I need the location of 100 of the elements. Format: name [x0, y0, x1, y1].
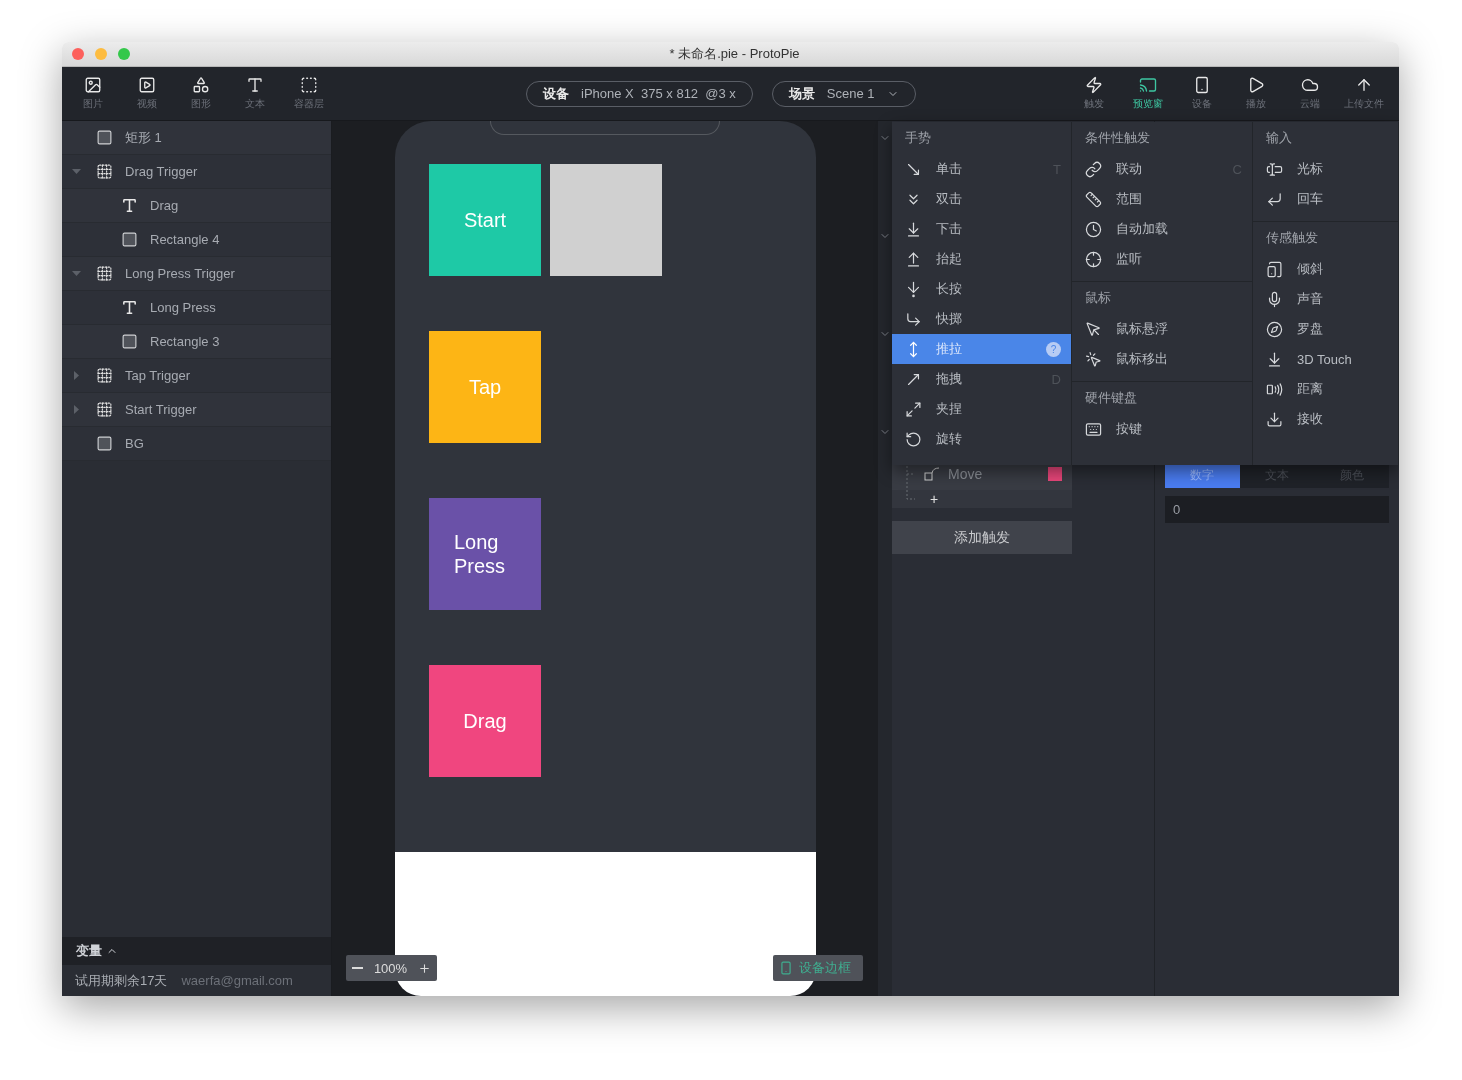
menu-item[interactable]: 自动加载	[1072, 214, 1252, 244]
square-icon	[121, 333, 138, 350]
value-field[interactable]: 0	[1165, 496, 1389, 523]
plus-icon	[418, 961, 431, 975]
phone-icon	[779, 961, 793, 975]
menu-item[interactable]: 夹捏	[892, 394, 1071, 424]
layer-row[interactable]: BG	[62, 427, 331, 461]
menu-item[interactable]: 抬起	[892, 244, 1071, 274]
keyboard-icon	[1085, 420, 1102, 438]
layer-row[interactable]: Start Trigger	[62, 393, 331, 427]
arrow-down-dot-icon	[905, 280, 922, 298]
arrow-down-line-icon	[905, 220, 922, 238]
layer-name: Long Press	[150, 300, 216, 315]
menu-item[interactable]: 光标	[1253, 154, 1398, 184]
text-icon	[121, 197, 138, 214]
layer-name: Start Trigger	[125, 402, 197, 417]
menu-item[interactable]: 罗盘	[1253, 314, 1398, 344]
play-icon	[1247, 76, 1265, 94]
square-icon	[96, 129, 113, 146]
layer-name: 矩形 1	[125, 128, 162, 147]
return-icon	[1266, 190, 1283, 208]
compass-icon	[1266, 320, 1283, 338]
response-name: Move	[948, 466, 984, 482]
menu-item[interactable]: 回车	[1253, 184, 1398, 214]
add-response-button[interactable]: +	[930, 492, 939, 506]
layer-row[interactable]: Rectangle 3	[62, 325, 331, 359]
caret-down-icon[interactable]	[72, 269, 81, 278]
minus-icon	[352, 967, 363, 969]
menu-section-title: 手势	[904, 129, 932, 147]
move-icon	[924, 467, 940, 481]
image-icon	[84, 76, 102, 94]
menu-item[interactable]: 距离	[1253, 374, 1398, 404]
download-icon	[1266, 410, 1283, 428]
window-title: * 未命名.pie - ProtoPie	[668, 45, 801, 63]
square-icon	[96, 435, 113, 452]
pointer-icon	[1085, 320, 1102, 338]
variables-toggle[interactable]: 变量	[62, 937, 331, 965]
text-icon	[121, 299, 138, 316]
layer-row[interactable]: Drag Trigger	[62, 155, 331, 189]
menu-item[interactable]: 声音	[1253, 284, 1398, 314]
card-label: Long Press	[454, 530, 507, 578]
menu-item[interactable]: 接收	[1253, 404, 1398, 434]
maximize-button[interactable]	[118, 48, 130, 60]
grid-icon	[96, 401, 113, 418]
microphone-icon	[1266, 290, 1283, 308]
layer-row[interactable]: 矩形 1	[62, 121, 331, 155]
arrow-down-line-icon	[1266, 350, 1283, 368]
crosshair-icon	[1085, 250, 1102, 268]
cloud-icon	[1301, 76, 1319, 94]
card-label: Start	[463, 208, 507, 232]
menu-item[interactable]: 鼠标悬浮	[1072, 314, 1252, 344]
layer-row[interactable]: Long Press	[62, 291, 331, 325]
trial-notice: 试用期剩余17天	[75, 971, 168, 990]
phone-icon	[1193, 76, 1211, 94]
menu-section-title: 硬件键盘	[1084, 389, 1138, 407]
minimize-button[interactable]	[95, 48, 107, 60]
caret-down-icon[interactable]	[72, 167, 81, 176]
caret-right-icon[interactable]	[72, 371, 81, 380]
cast-icon	[1139, 76, 1157, 94]
layer-row[interactable]: Long Press Trigger	[62, 257, 331, 291]
menu-item[interactable]: 快掷	[892, 304, 1071, 334]
layer-row[interactable]: Tap Trigger	[62, 359, 331, 393]
menu-item[interactable]: 3D Touch	[1253, 344, 1398, 374]
menu-item[interactable]: 按键	[1072, 414, 1252, 444]
shapes-icon	[192, 76, 210, 94]
text-cursor-icon	[1266, 160, 1283, 178]
menu-item[interactable]: 下击	[892, 214, 1071, 244]
text-icon	[246, 76, 264, 94]
ruler-icon	[1085, 190, 1102, 208]
add-trigger-button[interactable]: 添加触发	[892, 521, 1072, 554]
layer-name: Drag	[150, 198, 179, 213]
close-button[interactable]	[72, 48, 84, 60]
menu-item[interactable]: 旋转	[892, 424, 1071, 454]
zoom-in-button[interactable]	[418, 961, 431, 975]
layer-name: Rectangle 3	[150, 334, 220, 349]
grid-icon	[96, 265, 113, 282]
menu-item[interactable]: 监听	[1072, 244, 1252, 274]
toolbar-button[interactable]: 预览窗	[1121, 70, 1175, 117]
pointer-click-icon	[1085, 350, 1102, 368]
card-label: Drag	[463, 709, 507, 733]
menu-section-title: 条件性触发	[1084, 129, 1151, 147]
layer-name: Long Press Trigger	[125, 266, 235, 281]
menu-item[interactable]: 长按	[892, 274, 1071, 304]
layer-row[interactable]: Drag	[62, 189, 331, 223]
menu-section-title: 输入	[1265, 129, 1293, 147]
account-email: waerfa@gmail.com	[181, 973, 293, 988]
menu-item[interactable]: 倾斜	[1253, 254, 1398, 284]
layer-name: Drag Trigger	[125, 164, 198, 179]
menu-section-title: 鼠标	[1084, 289, 1112, 307]
card-label: Tap	[468, 375, 502, 399]
link-icon	[1085, 160, 1102, 178]
lightning-icon	[1085, 76, 1103, 94]
layer-row[interactable]: Rectangle 4	[62, 223, 331, 257]
menu-item[interactable]: 鼠标移出	[1072, 344, 1252, 374]
menu-item[interactable]: 双击	[892, 184, 1071, 214]
menu-item[interactable]: 范围	[1072, 184, 1252, 214]
caret-right-icon[interactable]	[72, 405, 81, 414]
clock-icon	[1085, 220, 1102, 238]
devices-icon	[1266, 260, 1283, 278]
phone-waves-icon	[1266, 380, 1283, 398]
